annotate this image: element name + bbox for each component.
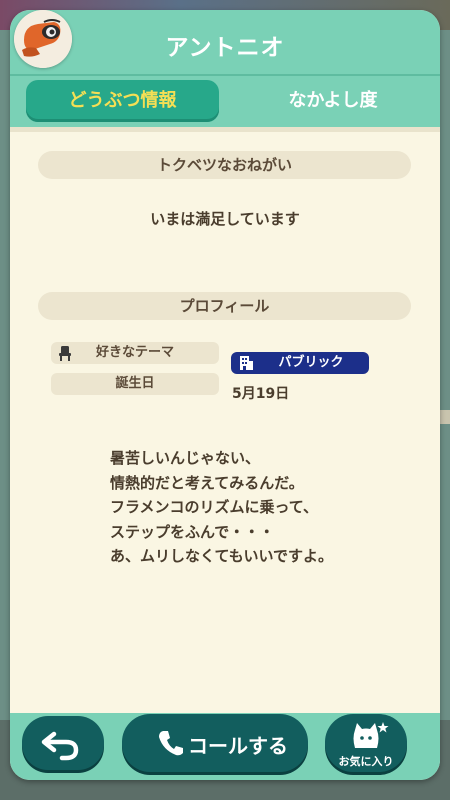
quote-line: 情熱的だと考えてみるんだ。 xyxy=(110,473,304,492)
favorite-button[interactable]: お気に入り xyxy=(325,714,407,772)
favorite-theme-label: 好きなテーマ xyxy=(51,342,219,364)
birthday-label-text: 誕生日 xyxy=(115,376,155,391)
cat-star-icon xyxy=(353,722,389,748)
villager-info-card: アントニオ どうぶつ情報 なかよし度 トクベツなおねがい いまは満足しています … xyxy=(10,10,440,780)
tab-friendship[interactable]: なかよし度 xyxy=(238,80,428,122)
back-button[interactable] xyxy=(22,716,104,770)
building-icon xyxy=(238,355,254,371)
quote-line: フラメンコのリズムに乗って、 xyxy=(110,498,319,516)
call-button[interactable]: コールする xyxy=(122,714,308,772)
header-shadow xyxy=(10,127,440,132)
tab-villager-info[interactable]: どうぶつ情報 xyxy=(26,80,219,122)
favorite-button-label: お気に入り xyxy=(338,755,394,768)
villager-name: アントニオ xyxy=(165,35,285,61)
special-request-heading: トクベツなおねがい xyxy=(38,151,411,179)
card-header: アントニオ どうぶつ情報 なかよし度 xyxy=(10,10,440,130)
favorite-theme-value: パブリック xyxy=(231,352,369,374)
favorite-theme-label-text: 好きなテーマ xyxy=(95,345,174,360)
birthday-label: 誕生日 xyxy=(51,373,219,395)
quote-line: ステップをふんで・・・ xyxy=(110,522,275,541)
birthday-value: 5月19日 xyxy=(232,386,290,402)
special-request-text: いまは満足しています xyxy=(150,210,300,228)
header-divider xyxy=(10,74,440,76)
background-fragment xyxy=(440,410,450,424)
back-arrow-icon xyxy=(41,731,79,761)
profile-heading: プロフィール xyxy=(38,292,411,320)
quote-line: 暑苦しいんじゃない、 xyxy=(110,449,261,467)
villager-avatar xyxy=(14,10,72,68)
phone-icon xyxy=(159,731,183,756)
favorite-theme-value-text: パブリック xyxy=(278,355,344,370)
anteater-portrait-icon xyxy=(14,10,72,68)
villager-quote: 暑苦しいんじゃない、 情熱的だと考えてみるんだ。 フラメンコのリズムに乗って、 … xyxy=(110,446,410,569)
call-button-label: コールする xyxy=(188,734,288,758)
quote-line: あ、ムリしなくてもいいですよ。 xyxy=(110,547,334,565)
